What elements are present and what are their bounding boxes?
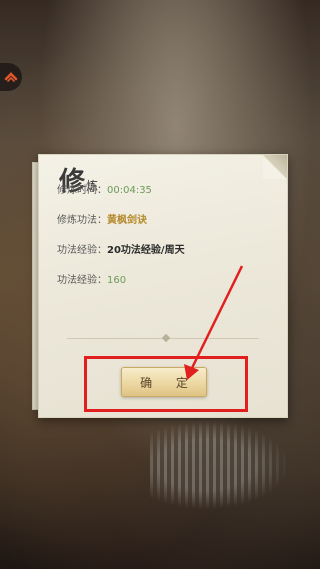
cultivation-method-label: 修炼功法：	[57, 215, 107, 226]
highlight-box	[84, 356, 248, 412]
page-fold-corner	[263, 155, 287, 179]
divider-ornament	[161, 333, 171, 343]
cultivation-method-value: 黄枫剑诀	[107, 215, 147, 226]
exp-total-value: 160	[107, 275, 127, 286]
exp-total-row: 功法经验：160	[57, 271, 126, 286]
exp-rate-row: 功法经验：20功法经验/周天	[57, 241, 185, 256]
cultivation-time-label: 修炼时间：	[57, 185, 107, 196]
cultivation-time-row: 修炼时间：00:04:35	[57, 181, 152, 196]
exp-rate-value: 20功法经验/周天	[107, 245, 185, 256]
collapse-chevron-icon	[4, 72, 18, 82]
exp-total-label: 功法经验：	[57, 275, 107, 286]
exp-rate-label: 功法经验：	[57, 245, 107, 256]
cultivation-time-value: 00:04:35	[107, 185, 152, 196]
cultivation-method-row: 修炼功法：黄枫剑诀	[57, 211, 147, 226]
